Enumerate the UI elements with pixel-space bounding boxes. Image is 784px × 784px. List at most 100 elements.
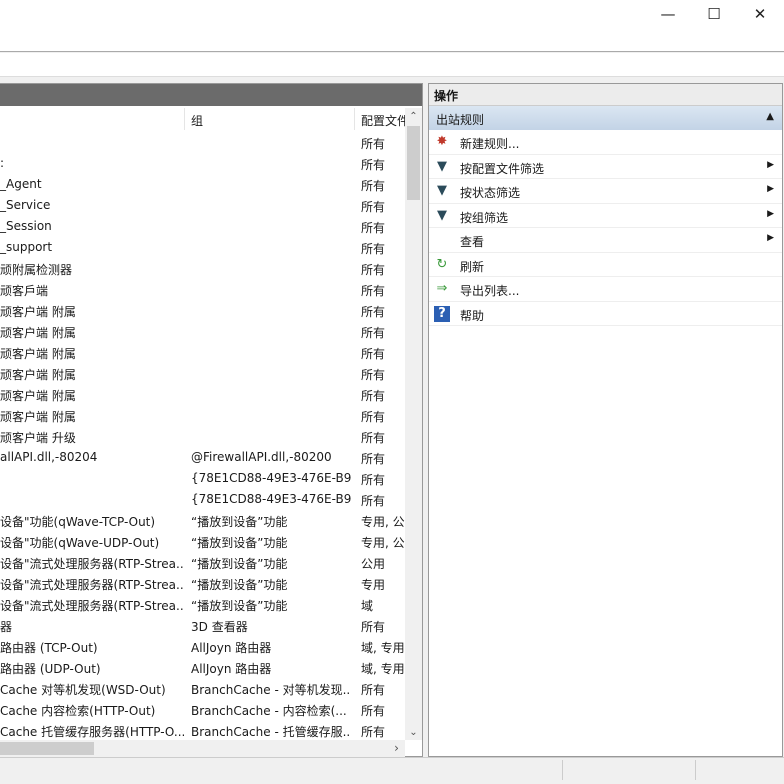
new-rule-icon: ✸ xyxy=(436,134,448,149)
rules-pane: 组 配置文件 所有: 所有 _Agent 所有 _Service 所有 _Session 所有… xyxy=(0,83,423,757)
table-row[interactable]: 顽客户端 附属 所有 xyxy=(0,321,405,342)
cell-profile: 所有 xyxy=(361,452,386,466)
cell-name: 设备"功能(qWave-UDP-Out) xyxy=(0,536,160,550)
table-row[interactable]: 器 3D 查看器 所有 xyxy=(0,615,405,636)
scroll-thumb[interactable] xyxy=(0,742,94,755)
table-row[interactable]: 设备"功能(qWave-TCP-Out) “播放到设备”功能 专用, 公 xyxy=(0,510,405,531)
cell-profile: 公用 xyxy=(361,557,386,571)
actions-pane: 操作 出站规则 ▲ ✸ 新建规则... ▼ 按配置文件筛选 ▶ ▼ 按状态筛选 ▶ ▼ 按组筛选 ▶… xyxy=(428,83,783,757)
cell-profile: 所有 xyxy=(361,368,386,382)
minimize-button[interactable]: — xyxy=(646,2,690,26)
horizontal-scrollbar[interactable]: › xyxy=(0,740,405,757)
cell-group: “播放到设备”功能 xyxy=(191,578,288,592)
table-row[interactable]: _Agent 所有 xyxy=(0,174,405,195)
table-row[interactable]: 顽客户端 附属 所有 xyxy=(0,342,405,363)
cell-profile: 所有 xyxy=(361,326,386,340)
actions-title: 操作 xyxy=(429,84,782,106)
table-row[interactable]: 顽客户端 升级 所有 xyxy=(0,426,405,447)
cell-group: “播放到设备”功能 xyxy=(191,515,288,529)
scroll-up-icon[interactable]: ⌃ xyxy=(405,111,422,122)
action-item[interactable]: ✸ 新建规则... xyxy=(429,130,782,155)
cell-name: Cache 托管缓存服务器(HTTP-O... xyxy=(0,725,184,739)
action-item[interactable]: ↻ 刷新 xyxy=(429,253,782,277)
rules-list: 所有: 所有 _Agent 所有 _Service 所有 _Session 所有 _suppor… xyxy=(0,132,405,741)
table-row[interactable]: _Session 所有 xyxy=(0,216,405,237)
action-item[interactable]: ▼ 按配置文件筛选 ▶ xyxy=(429,155,782,179)
table-row[interactable]: 所有 xyxy=(0,132,405,153)
cell-name: Cache 内容检索(HTTP-Out) xyxy=(0,704,156,718)
cell-profile: 域, 专用 xyxy=(361,641,405,655)
action-item[interactable]: 查看 ▶ xyxy=(429,228,782,253)
action-item[interactable]: ▼ 按组筛选 ▶ xyxy=(429,204,782,228)
cell-name: _Service xyxy=(0,198,51,212)
close-button[interactable]: ✕ xyxy=(738,2,782,26)
action-label: 查看 xyxy=(460,235,485,249)
scroll-thumb[interactable] xyxy=(407,126,420,200)
table-row[interactable]: 顽客戶端 所有 xyxy=(0,279,405,300)
vertical-scrollbar[interactable]: ⌃ ⌄ xyxy=(405,108,422,740)
column-divider[interactable] xyxy=(184,108,185,130)
table-row[interactable]: 顽客户端 附属 所有 xyxy=(0,384,405,405)
cell-name: 设备"流式处理服务器(RTP-Strea... xyxy=(0,599,184,613)
table-row[interactable]: 路由器 (TCP-Out) AllJoyn 路由器 域, 专用 xyxy=(0,636,405,657)
cell-name: 器 xyxy=(0,620,13,634)
scroll-right-icon[interactable]: › xyxy=(388,741,405,755)
filter-icon: ▼ xyxy=(437,158,447,174)
cell-profile: 所有 xyxy=(361,683,386,697)
filter-icon: ▼ xyxy=(437,207,447,223)
table-row[interactable]: Cache 对等机发现(WSD-Out) BranchCache - 对等机发现.… xyxy=(0,678,405,699)
cell-group: {78E1CD88-49E3-476E-B9... xyxy=(191,471,351,485)
table-row[interactable]: _support 所有 xyxy=(0,237,405,258)
table-row[interactable]: 路由器 (UDP-Out) AllJoyn 路由器 域, 专用 xyxy=(0,657,405,678)
table-row[interactable]: : 所有 xyxy=(0,153,405,174)
cell-profile: 所有 xyxy=(361,263,386,277)
cell-profile: 所有 xyxy=(361,242,386,256)
cell-name: 路由器 (UDP-Out) xyxy=(0,662,101,676)
cell-name: 顽附属检测器 xyxy=(0,263,73,277)
table-row[interactable]: Cache 内容检索(HTTP-Out) BranchCache - 内容检索(.… xyxy=(0,699,405,720)
table-row[interactable]: 顽客户端 附属 所有 xyxy=(0,405,405,426)
table-row[interactable]: 设备"流式处理服务器(RTP-Strea... “播放到设备”功能 专用 xyxy=(0,573,405,594)
table-row[interactable]: _Service 所有 xyxy=(0,195,405,216)
collapse-icon[interactable]: ▲ xyxy=(766,111,774,122)
table-row[interactable]: 顽客户端 附属 所有 xyxy=(0,363,405,384)
table-row[interactable]: 顽客户端 附属 所有 xyxy=(0,300,405,321)
cell-profile: 所有 xyxy=(361,200,386,214)
cell-name: 路由器 (TCP-Out) xyxy=(0,641,98,655)
column-header-profile[interactable]: 配置文件 xyxy=(361,112,405,129)
cell-profile: 所有 xyxy=(361,284,386,298)
action-item[interactable]: ▼ 按状态筛选 ▶ xyxy=(429,179,782,204)
help-icon: ? xyxy=(434,305,450,322)
cell-profile: 所有 xyxy=(361,158,386,172)
maximize-button[interactable]: ☐ xyxy=(692,2,736,26)
column-divider[interactable] xyxy=(354,108,355,130)
action-item[interactable]: ⇒ 导出列表... xyxy=(429,277,782,302)
action-item[interactable]: ? 帮助 xyxy=(429,302,782,326)
table-row[interactable]: {78E1CD88-49E3-476E-B9... 所有 xyxy=(0,468,405,489)
section-outbound-rules[interactable]: 出站规则 ▲ xyxy=(429,106,782,130)
table-row[interactable]: 设备"流式处理服务器(RTP-Strea... “播放到设备”功能 公用 xyxy=(0,552,405,573)
scroll-down-icon[interactable]: ⌄ xyxy=(405,727,422,738)
cell-name: allAPI.dll,-80204 xyxy=(0,450,98,464)
column-header-group[interactable]: 组 xyxy=(191,112,203,129)
table-row[interactable]: Cache 托管缓存服务器(HTTP-O... BranchCache - 托管缓… xyxy=(0,720,405,741)
cell-name: 设备"流式处理服务器(RTP-Strea... xyxy=(0,557,184,571)
cell-name: 顽客户端 附属 xyxy=(0,410,76,424)
cell-group: BranchCache - 对等机发现... xyxy=(191,683,351,697)
table-row[interactable]: 设备"流式处理服务器(RTP-Strea... “播放到设备”功能 域 xyxy=(0,594,405,615)
cell-name: 顽客户端 附属 xyxy=(0,305,76,319)
cell-name: 顽客戶端 xyxy=(0,284,49,298)
table-row[interactable]: allAPI.dll,-80204 @FirewallAPI.dll,-80200… xyxy=(0,447,405,468)
submenu-arrow-icon: ▶ xyxy=(767,233,774,243)
cell-name: Cache 对等机发现(WSD-Out) xyxy=(0,683,166,697)
table-row[interactable]: 顽附属检测器 所有 xyxy=(0,258,405,279)
table-row[interactable]: {78E1CD88-49E3-476E-B9... 所有 xyxy=(0,489,405,510)
cell-name: : xyxy=(0,156,5,170)
submenu-arrow-icon: ▶ xyxy=(767,208,774,219)
cell-name: 顽客户端 附属 xyxy=(0,389,76,403)
cell-profile: 所有 xyxy=(361,179,386,193)
cell-group: BranchCache - 内容检索(... xyxy=(191,704,347,718)
table-row[interactable]: 设备"功能(qWave-UDP-Out) “播放到设备”功能 专用, 公 xyxy=(0,531,405,552)
cell-group: @FirewallAPI.dll,-80200 xyxy=(191,450,332,464)
cell-group: “播放到设备”功能 xyxy=(191,536,288,550)
